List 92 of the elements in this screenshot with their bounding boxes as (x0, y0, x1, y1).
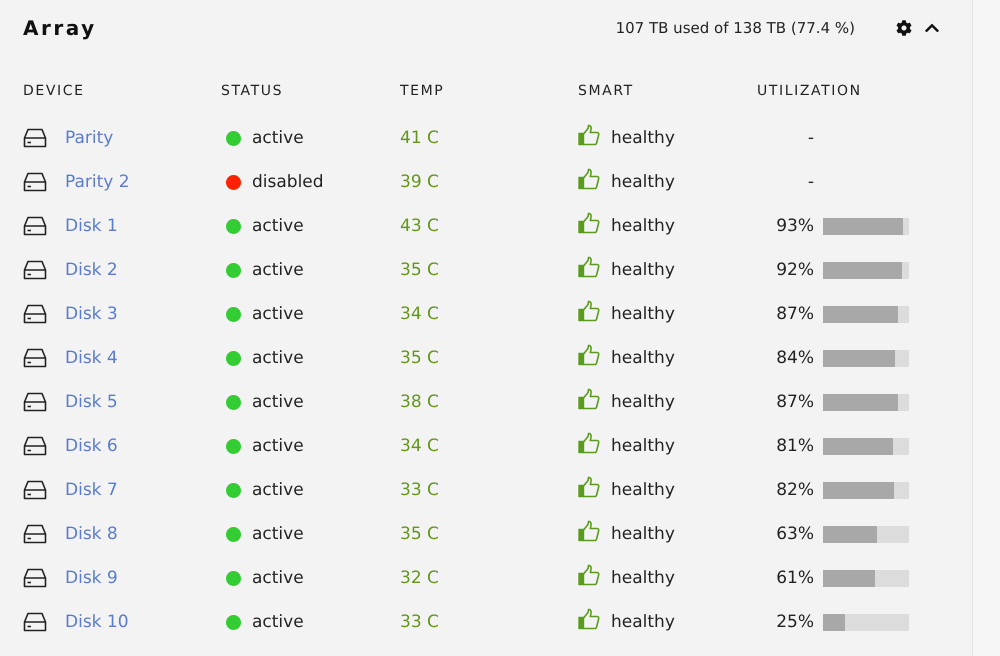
temperature-text: 33 C (400, 480, 439, 500)
utilization-text: 84% (775, 348, 814, 368)
temperature-text: 35 C (400, 260, 439, 280)
utilization-text: 63% (775, 524, 814, 544)
hard-drive-icon (23, 568, 47, 588)
hard-drive-icon (23, 128, 47, 148)
smart-status-text: healthy (611, 260, 675, 280)
smart-status-text: healthy (611, 392, 675, 412)
status-text: disabled (252, 172, 324, 192)
temperature-text: 32 C (400, 568, 439, 588)
device-link[interactable]: Disk 2 (65, 260, 118, 280)
hard-drive-icon (23, 392, 47, 412)
thumbs-up-icon (578, 388, 600, 410)
utilization-text: 92% (775, 260, 814, 280)
column-header: DEVICE (23, 82, 85, 101)
thumbs-up-icon (578, 212, 600, 234)
temperature-text: 35 C (400, 348, 439, 368)
utilization-text: 81% (775, 436, 814, 456)
smart-status-text: healthy (611, 480, 675, 500)
utilization-text: - (806, 172, 814, 192)
device-link[interactable]: Disk 5 (65, 392, 118, 412)
smart-status-text: healthy (611, 568, 675, 588)
hard-drive-icon (23, 480, 47, 500)
temperature-text: 34 C (400, 304, 439, 324)
device-link[interactable]: Disk 4 (65, 348, 118, 368)
thumbs-up-icon (578, 256, 600, 278)
smart-status-text: healthy (611, 128, 675, 148)
smart-status-text: healthy (611, 524, 675, 544)
temperature-text: 43 C (400, 216, 439, 236)
temperature-text: 33 C (400, 612, 439, 632)
temperature-text: 41 C (400, 128, 439, 148)
smart-status-text: healthy (611, 612, 675, 632)
device-link[interactable]: Disk 9 (65, 568, 118, 588)
column-header: TEMP (400, 82, 444, 101)
utilization-text: 61% (775, 568, 814, 588)
hard-drive-icon (23, 524, 47, 544)
usage-summary: 107 TB used of 138 TB (77.4 %) (616, 19, 855, 37)
panel-title: Array (23, 16, 98, 40)
device-link[interactable]: Parity 2 (65, 172, 130, 192)
temperature-text: 34 C (400, 436, 439, 456)
thumbs-up-icon (578, 476, 600, 498)
column-header: UTILIZATION (757, 82, 862, 101)
hard-drive-icon (23, 304, 47, 324)
column-header: SMART (578, 82, 634, 101)
status-text: active (252, 612, 304, 632)
utilization-text: 82% (775, 480, 814, 500)
hard-drive-icon (23, 436, 47, 456)
column-header: STATUS (221, 82, 284, 101)
device-link[interactable]: Disk 10 (65, 612, 129, 632)
thumbs-up-icon (578, 124, 600, 146)
device-link[interactable]: Parity (65, 128, 114, 148)
status-text: active (252, 524, 304, 544)
utilization-text: - (806, 128, 814, 148)
thumbs-up-icon (578, 564, 600, 586)
temperature-text: 39 C (400, 172, 439, 192)
device-link[interactable]: Disk 3 (65, 304, 118, 324)
hard-drive-icon (23, 216, 47, 236)
status-text: active (252, 436, 304, 456)
temperature-text: 38 C (400, 392, 439, 412)
utilization-text: 87% (775, 304, 814, 324)
settings-button[interactable] (895, 19, 913, 37)
smart-status-text: healthy (611, 348, 675, 368)
hard-drive-icon (23, 612, 47, 632)
device-link[interactable]: Disk 8 (65, 524, 118, 544)
device-link[interactable]: Disk 6 (65, 436, 118, 456)
device-link[interactable]: Disk 1 (65, 216, 118, 236)
thumbs-up-icon (578, 344, 600, 366)
smart-status-text: healthy (611, 216, 675, 236)
hard-drive-icon (23, 348, 47, 368)
smart-status-text: healthy (611, 304, 675, 324)
thumbs-up-icon (578, 168, 600, 190)
utilization-text: 93% (775, 216, 814, 236)
hard-drive-icon (23, 260, 47, 280)
thumbs-up-icon (578, 432, 600, 454)
temperature-text: 35 C (400, 524, 439, 544)
device-link[interactable]: Disk 7 (65, 480, 118, 500)
status-text: active (252, 348, 304, 368)
thumbs-up-icon (578, 300, 600, 322)
smart-status-text: healthy (611, 172, 675, 192)
status-text: active (252, 392, 304, 412)
status-text: active (252, 128, 304, 148)
status-text: active (252, 260, 304, 280)
status-text: active (252, 480, 304, 500)
utilization-text: 25% (775, 612, 814, 632)
status-text: active (252, 568, 304, 588)
hard-drive-icon (23, 172, 47, 192)
smart-status-text: healthy (611, 436, 675, 456)
thumbs-up-icon (578, 520, 600, 542)
thumbs-up-icon (578, 608, 600, 630)
utilization-text: 87% (775, 392, 814, 412)
status-text: active (252, 304, 304, 324)
status-text: active (252, 216, 304, 236)
